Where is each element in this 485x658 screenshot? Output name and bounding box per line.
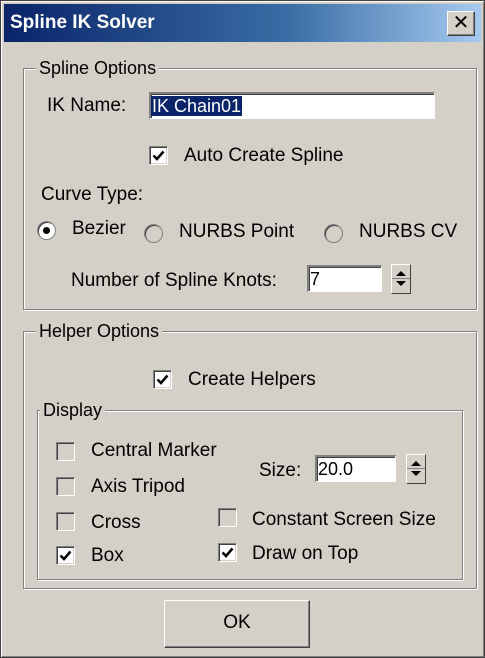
checkmark-icon [156,374,169,385]
central-marker-label: Central Marker [91,440,217,461]
constant-screen-size-checkbox[interactable] [218,508,237,527]
spinner-up-icon [411,461,421,466]
box-checkbox[interactable] [56,546,75,565]
box-label: Box [91,545,124,566]
checkmark-icon [221,547,234,558]
spline-ik-solver-dialog: Spline IK Solver ✕ Spline Options IK Nam… [0,0,485,658]
radio-selected-dot [43,227,50,234]
window-title: Spline IK Solver [10,12,155,33]
size-input[interactable]: 20.0 [315,455,396,482]
nurbs-cv-radio[interactable] [324,224,343,243]
bezier-radio[interactable] [37,221,56,240]
spinner-down-icon [396,281,406,286]
nurbs-point-radio[interactable] [144,224,163,243]
cross-checkbox[interactable] [56,512,75,531]
ik-name-label: IK Name: [47,95,127,116]
draw-on-top-checkbox[interactable] [218,543,237,562]
checkmark-icon [152,150,165,161]
create-helpers-checkbox[interactable] [153,370,172,389]
auto-create-spline-label: Auto Create Spline [184,145,344,166]
spline-knots-label: Number of Spline Knots: [71,270,277,291]
close-button[interactable]: ✕ [447,11,475,36]
central-marker-checkbox[interactable] [56,442,75,461]
spinner-down-icon [411,471,421,476]
axis-tripod-checkbox[interactable] [56,477,75,496]
axis-tripod-label: Axis Tripod [91,476,185,497]
spinner-divider [407,468,425,469]
spline-options-label: Spline Options [36,57,160,79]
spinner-divider [392,278,410,279]
curve-type-label: Curve Type: [41,184,144,205]
close-icon: ✕ [452,12,470,34]
size-spinner[interactable] [406,454,426,484]
spline-knots-input[interactable]: 7 [307,265,382,292]
ok-button[interactable]: OK [164,600,310,648]
title-bar[interactable]: Spline IK Solver ✕ [4,4,481,42]
spline-knots-value: 7 [310,269,321,289]
size-label: Size: [259,460,302,481]
size-value: 20.0 [318,459,354,479]
auto-create-spline-checkbox[interactable] [149,146,168,165]
helper-options-label: Helper Options [36,320,163,342]
cross-label: Cross [91,512,141,533]
create-helpers-label: Create Helpers [188,369,316,390]
nurbs-point-radio-label: NURBS Point [179,221,295,242]
constant-screen-size-label: Constant Screen Size [252,509,436,530]
draw-on-top-label: Draw on Top [252,543,359,564]
bezier-radio-label: Bezier [72,218,126,239]
spline-knots-spinner[interactable] [391,264,411,294]
ik-name-input[interactable]: IK Chain01 [149,92,435,119]
checkmark-icon [59,550,72,561]
nurbs-cv-radio-label: NURBS CV [359,221,458,242]
display-label: Display [40,399,106,421]
spinner-up-icon [396,271,406,276]
ik-name-value: IK Chain01 [151,96,243,116]
